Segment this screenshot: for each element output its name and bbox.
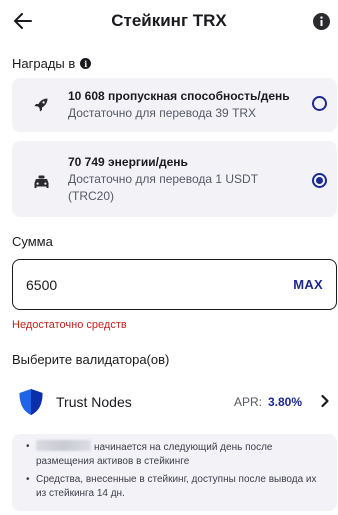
shield-icon <box>19 389 43 415</box>
option-subtitle: Достаточно для перевода 39 TRX <box>68 106 257 120</box>
redacted-text <box>36 440 91 451</box>
rocket-icon <box>32 96 50 114</box>
radio-button[interactable] <box>312 96 327 111</box>
amount-label: Сумма <box>12 234 53 249</box>
car-icon <box>32 173 50 191</box>
amount-input[interactable] <box>26 274 226 296</box>
rewards-info-icon[interactable]: i <box>80 58 92 69</box>
max-button[interactable]: MAX <box>293 277 323 292</box>
note-text: Средства, внесенные в стейкинг, доступны… <box>36 474 317 499</box>
header: Стейкинг TRX <box>0 0 338 42</box>
note-item: Средства, внесенные в стейкинг, доступны… <box>26 473 327 501</box>
reward-option-energy[interactable]: 70 749 энергии/день Достаточно для перев… <box>12 141 337 217</box>
option-title: 70 749 энергии/день <box>68 155 188 169</box>
rewards-label-text: Награды в <box>12 56 76 71</box>
validator-name: Trust Nodes <box>56 394 132 410</box>
option-subtitle: Достаточно для перевода 1 USDT (TRC20) <box>68 172 258 203</box>
apr-label: APR: <box>234 395 263 409</box>
error-message: Недостаточно средств <box>12 319 127 331</box>
page-title: Стейкинг TRX <box>111 11 227 30</box>
note-item: начинается на следующий день после разме… <box>26 440 327 469</box>
apr-value: 3.80% <box>268 395 303 409</box>
option-text: 10 608 пропускная способность/день Доста… <box>68 88 301 122</box>
option-title: 10 608 пропускная способность/день <box>68 89 290 103</box>
amount-field[interactable]: MAX <box>12 259 337 310</box>
validator-label: Выберите валидатора(ов) <box>12 352 170 367</box>
validator-row[interactable]: Trust Nodes APR: 3.80% <box>12 386 338 418</box>
info-button[interactable] <box>310 10 332 32</box>
chevron-right-icon <box>321 394 329 408</box>
rewards-label: Награды в i <box>12 56 92 71</box>
info-icon <box>312 12 330 30</box>
reward-option-bandwidth[interactable]: 10 608 пропускная способность/день Доста… <box>12 78 337 132</box>
radio-button-selected[interactable] <box>312 173 327 188</box>
info-notes: начинается на следующий день после разме… <box>12 434 337 511</box>
option-text: 70 749 энергии/день Достаточно для перев… <box>68 154 301 205</box>
